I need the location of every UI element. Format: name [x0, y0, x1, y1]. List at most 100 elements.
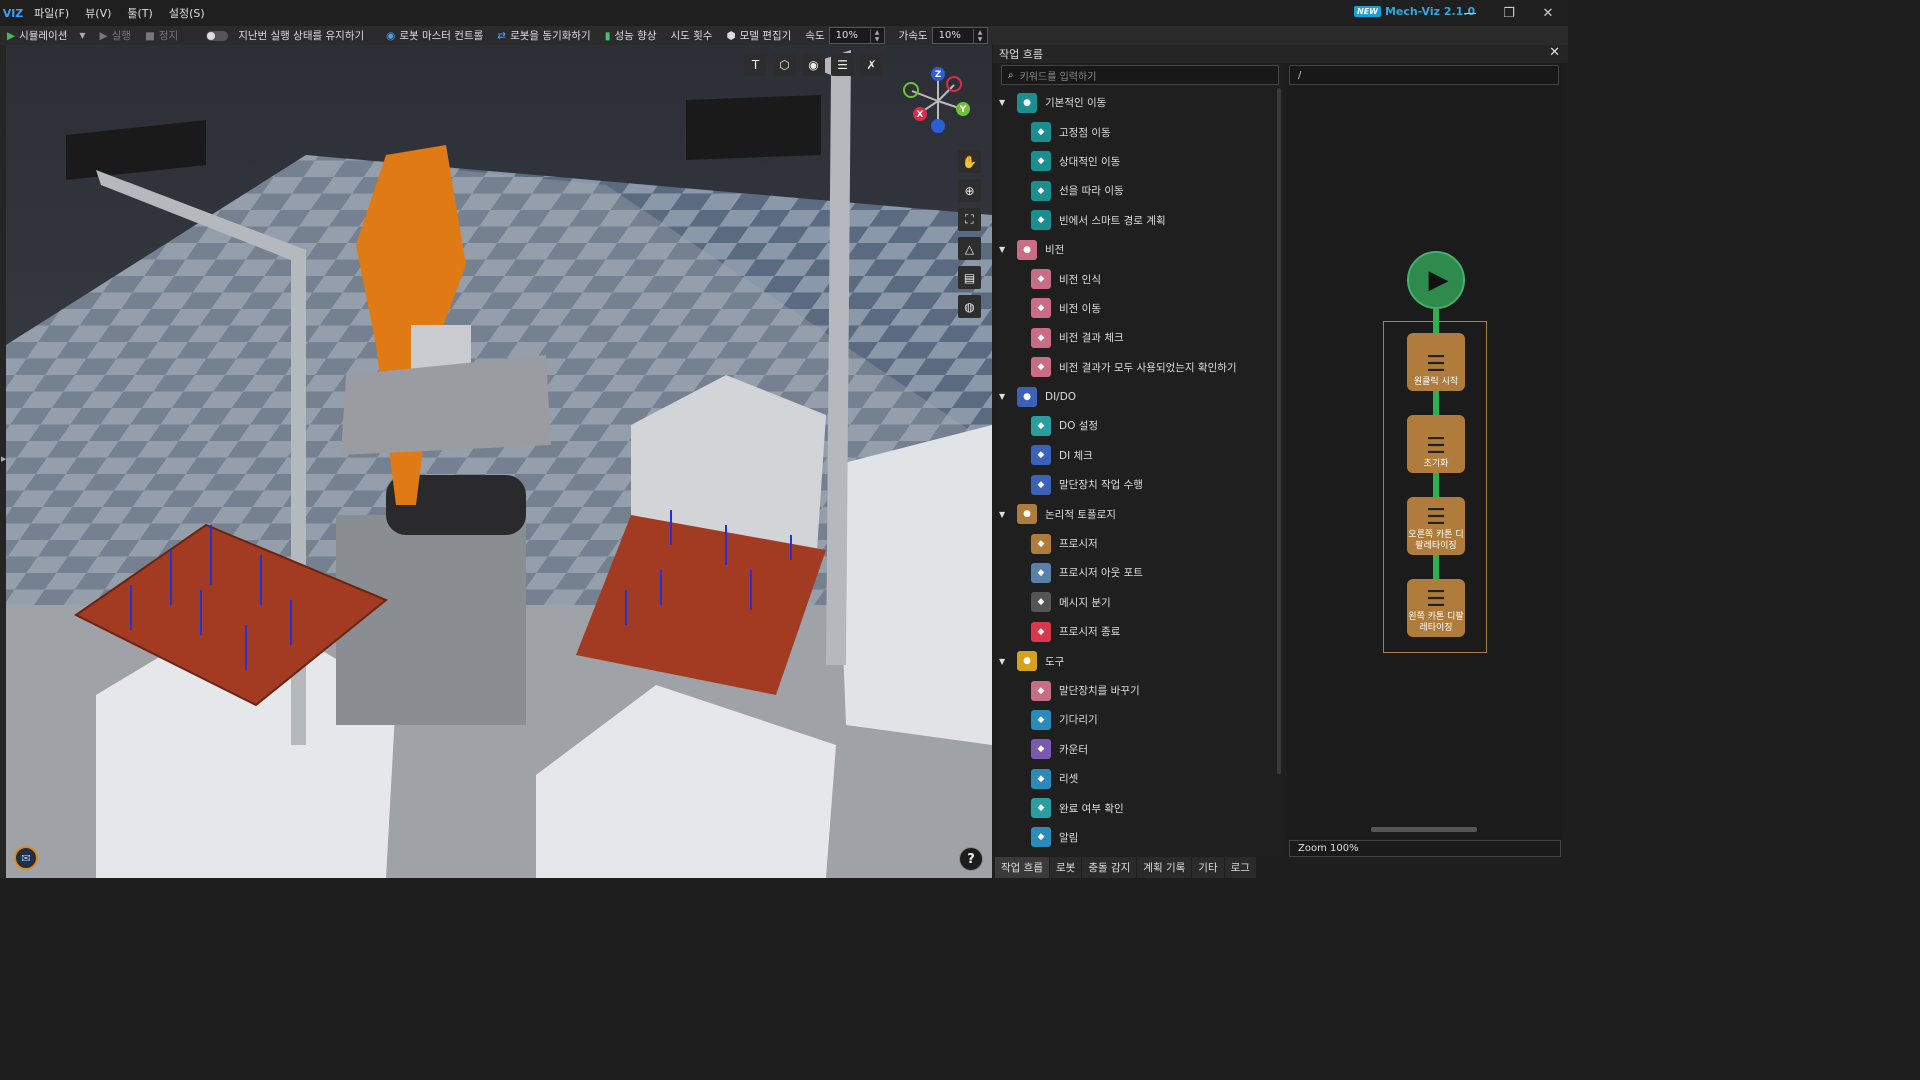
search-icon: ⌕ — [1008, 69, 1014, 81]
library-step-item[interactable]: ◆ 빈에서 스마트 경로 계획 — [997, 206, 1275, 235]
sync-robot-button[interactable]: ⇄ 로봇을 동기화하기 — [490, 28, 597, 43]
library-step-item[interactable]: ◆ 고정점 이동 — [997, 117, 1275, 146]
do-icon: ◆ — [1031, 415, 1051, 436]
canvas-h-scrollbar[interactable] — [1371, 827, 1477, 832]
globe-icon[interactable]: ◍ — [958, 295, 981, 318]
hand-pan-icon[interactable]: ✋ — [958, 150, 981, 173]
search-box[interactable]: ⌕ 키워드를 입력하기 — [1001, 65, 1279, 85]
model-editor-label: 모델 편집기 — [739, 30, 792, 42]
library-step-item[interactable]: ◆ 비전 결과가 모두 사용되었는지 확인하기 — [997, 353, 1275, 382]
library-step-item[interactable]: ◆ 완료 여부 확인 — [997, 793, 1275, 822]
workflow-canvas[interactable]: / ▶ ☰ 원클릭 시작 ☰ 초기화 ☰ 오른쪽 카톤 디팔레타이징 ☰ 왼쪽 … — [1287, 63, 1562, 839]
connector — [1433, 309, 1439, 333]
run-button[interactable]: ▶ 실행 — [93, 28, 138, 43]
perspective-icon[interactable]: △ — [958, 237, 981, 260]
accel-value[interactable]: 10% — [933, 30, 973, 41]
speed-stepper[interactable]: 10% ▲ ▼ — [828, 27, 885, 44]
collapse-triangle-icon[interactable]: ▼ — [999, 510, 1009, 519]
tool-settings-icon[interactable]: ✗ — [860, 53, 883, 76]
library-step-item[interactable]: ◆ 기다리기 — [997, 705, 1275, 734]
master-control-button[interactable]: ◉ 로봇 마스터 컨트롤 — [379, 28, 490, 43]
master-control-icon: ◉ — [386, 29, 396, 42]
library-step-item[interactable]: ◆ 메시지 분기 — [997, 588, 1275, 617]
speed-value[interactable]: 10% — [830, 30, 870, 41]
accel-arrows[interactable]: ▲ ▼ — [972, 28, 987, 43]
performance-button[interactable]: ▮ 성능 향상 — [598, 28, 664, 43]
tab-log[interactable]: 로그 — [1224, 857, 1257, 878]
keep-state-toggle[interactable]: 지난번 실행 상태를 유지하기 — [199, 28, 371, 43]
swap-tool-icon: ◆ — [1031, 680, 1051, 701]
library-step-item[interactable]: ◆ 비전 결과 체크 — [997, 323, 1275, 352]
zoom-in-icon[interactable]: ⊕ — [958, 179, 981, 202]
speed-arrows[interactable]: ▲ ▼ — [869, 28, 884, 43]
library-step-item[interactable]: ◆ 알림 — [997, 823, 1275, 852]
library-step-item[interactable]: ◆ 비전 인식 — [997, 264, 1275, 293]
library-step-item[interactable]: ◆ 프로시저 — [997, 529, 1275, 558]
library-step-item[interactable]: ◆ 프로시저 아웃 포트 — [997, 558, 1275, 587]
step-item-label: 비전 이동 — [1059, 302, 1101, 315]
step-right-depalletize[interactable]: ☰ 오른쪽 카톤 디팔레타이징 — [1407, 497, 1465, 555]
model-editor-button[interactable]: ⬢ 모델 편집기 — [719, 28, 798, 43]
start-node[interactable]: ▶ — [1407, 251, 1465, 309]
accel-stepper[interactable]: 10% ▲ ▼ — [931, 27, 988, 44]
list-icon[interactable]: ☰ — [831, 53, 854, 76]
library-step-item[interactable]: ◆ 말단장치를 바꾸기 — [997, 676, 1275, 705]
tab-workflow[interactable]: 작업 흐름 — [995, 857, 1050, 878]
library-scrollbar[interactable] — [1277, 88, 1281, 774]
feedback-icon[interactable]: ✉ — [14, 846, 38, 870]
stop-button[interactable]: ■ 정지 — [138, 28, 185, 43]
path-breadcrumb[interactable]: / — [1289, 65, 1559, 85]
library-step-item[interactable]: ◆ 카운터 — [997, 735, 1275, 764]
library-step-item[interactable]: ◆ 상대적인 이동 — [997, 147, 1275, 176]
retries-button[interactable]: 시도 횟수 — [663, 28, 719, 43]
eye-icon[interactable]: ◉ — [802, 53, 825, 76]
panel-close-icon[interactable]: ✕ — [1549, 45, 1560, 60]
tab-plan-history[interactable]: 계획 기록 — [1137, 857, 1193, 878]
menu-view[interactable]: 뷰(V) — [77, 5, 119, 21]
library-step-item[interactable]: ◆ 리셋 — [997, 764, 1275, 793]
stop-icon: ■ — [144, 29, 155, 42]
tab-other[interactable]: 기타 — [1192, 857, 1225, 878]
simulation-button[interactable]: ▶ 시뮬레이션 ▼ — [0, 28, 93, 43]
library-step-item[interactable]: ◆ DI 체크 — [997, 441, 1275, 470]
viewport-side-tools: ✋ ⊕ ⛶ △ ▤ ◍ — [958, 150, 981, 318]
tab-robot[interactable]: 로봇 — [1049, 857, 1083, 878]
library-step-item[interactable]: ◆ DO 설정 — [997, 411, 1275, 440]
library-step-item[interactable]: ◆ 비전 이동 — [997, 294, 1275, 323]
panel-icon[interactable]: ▤ — [958, 266, 981, 289]
menu-tools[interactable]: 툴(T) — [119, 5, 160, 21]
library-step-item[interactable]: ◆ 선을 따라 이동 — [997, 176, 1275, 205]
fit-view-icon[interactable]: ⛶ — [958, 208, 981, 231]
axis-gizmo[interactable]: Z Y X — [902, 63, 972, 133]
step-initialize[interactable]: ☰ 초기화 — [1407, 415, 1465, 473]
menu-settings[interactable]: 설정(S) — [161, 5, 213, 21]
3d-viewport[interactable]: T ⬡ ◉ ☰ ✗ Z Y X ✋ ⊕ ⛶ △ ▤ ◍ ✉ ? — [6, 45, 992, 878]
menu-file[interactable]: 파일(F) — [26, 5, 77, 21]
collapse-triangle-icon[interactable]: ▼ — [999, 245, 1009, 254]
step-one-click-start[interactable]: ☰ 원클릭 시작 — [1407, 333, 1465, 391]
toggle-switch[interactable] — [206, 30, 229, 41]
close-window-button[interactable]: ✕ — [1528, 0, 1568, 26]
collapse-triangle-icon[interactable]: ▼ — [999, 392, 1009, 401]
tab-collision[interactable]: 충돌 감지 — [1082, 857, 1138, 878]
collapse-triangle-icon[interactable]: ▼ — [999, 657, 1009, 666]
category-2[interactable]: ▼ ● DI/DO — [997, 382, 1275, 411]
minimize-button[interactable]: — — [1450, 0, 1490, 26]
search-input[interactable]: 키워드를 입력하기 — [1020, 68, 1097, 83]
collapse-triangle-icon[interactable]: ▼ — [999, 98, 1009, 107]
step-left-depalletize[interactable]: ☰ 왼쪽 카톤 디팔레타이징 — [1407, 579, 1465, 637]
help-button[interactable]: ? — [959, 847, 983, 871]
zoom-indicator[interactable]: Zoom 100% — [1289, 840, 1561, 857]
chevron-down-icon[interactable]: ▼ — [79, 31, 85, 40]
box-view-icon[interactable]: ⬡ — [773, 53, 796, 76]
step-item-label: 비전 결과가 모두 사용되었는지 확인하기 — [1059, 361, 1237, 374]
category-4[interactable]: ▼ ● 도구 — [997, 646, 1275, 675]
category-1[interactable]: ▼ ● 비전 — [997, 235, 1275, 264]
category-0[interactable]: ▼ ● 기본적인 이동 — [997, 88, 1275, 117]
category-3[interactable]: ▼ ● 논리적 토폴로지 — [997, 499, 1275, 528]
library-step-item[interactable]: ◆ 프로시저 종료 — [997, 617, 1275, 646]
library-step-item[interactable]: ◆ 말단장치 작업 수행 — [997, 470, 1275, 499]
camera-check-icon: ◆ — [1031, 327, 1051, 348]
text-toggle-icon[interactable]: T — [744, 53, 767, 76]
maximize-button[interactable]: ❐ — [1489, 0, 1529, 26]
